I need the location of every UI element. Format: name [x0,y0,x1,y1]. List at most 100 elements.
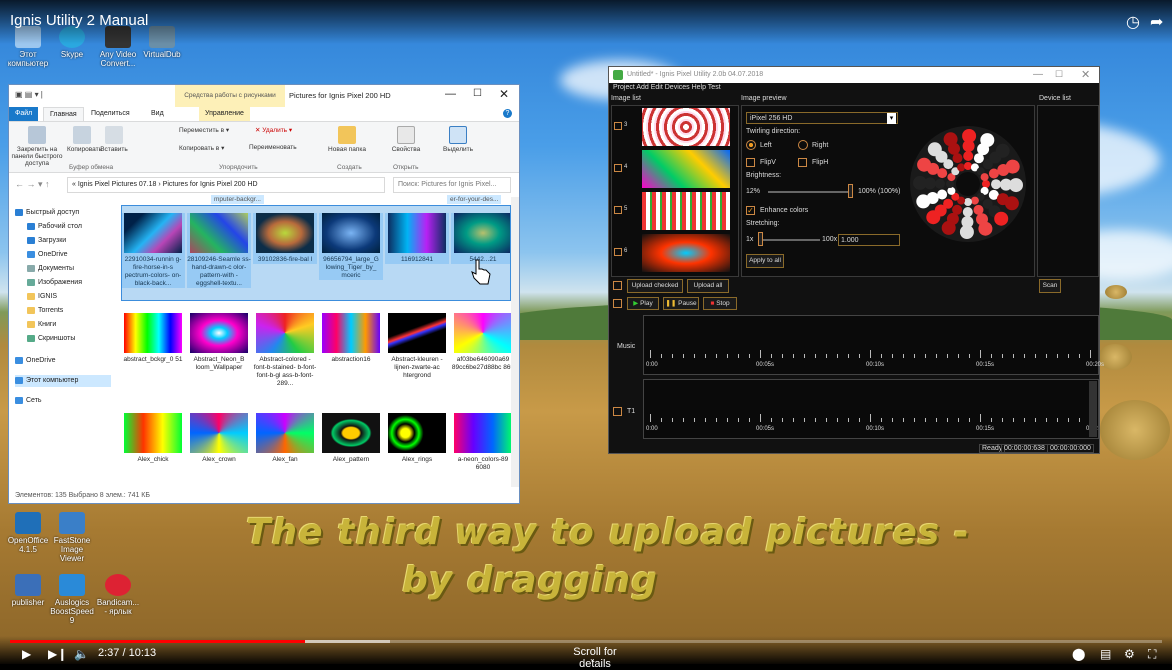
nav-item-this-pc[interactable]: Этот компьютер [15,375,111,387]
share-icon[interactable]: ➦ [1150,12,1163,32]
image-row-thumbnail[interactable] [642,192,730,230]
nav-item-desktop[interactable]: Рабочий стол [27,221,82,233]
play-button[interactable]: ▶ Play [627,297,659,310]
scan-button[interactable]: Scan [1039,279,1061,293]
desktop-icon-bandicam[interactable]: Bandicam... - ярлык [96,574,140,616]
fullscreen-icon[interactable]: ⛶ [1148,647,1156,662]
file-item[interactable]: Abstract_Neon_B loom_Wallpaper [187,313,251,372]
checkbox-track-all[interactable] [613,299,622,308]
play-icon[interactable]: ▶ [22,647,31,661]
image-row-thumbnail[interactable] [642,150,730,188]
nav-item-torrents[interactable]: Torrents [27,305,63,317]
radio-right[interactable] [798,140,808,150]
nav-arrows-icon[interactable]: ← → ▾ ↑ [15,179,50,190]
paste-button[interactable]: Вставить [99,126,129,153]
checkbox-track-t1[interactable] [613,407,622,416]
nav-item-downloads[interactable]: Загрузки [27,235,66,247]
desktop-icon-faststone[interactable]: FastStone Image Viewer [50,512,94,563]
nav-item-ignis[interactable]: IGNIS [27,291,57,303]
copy-button[interactable]: Копировать [67,126,102,153]
file-item[interactable]: a-neon_colors-89 6080 [451,413,511,472]
image-row-thumbnail[interactable] [642,108,730,146]
track-scrollbar[interactable] [1089,381,1097,437]
t1-track[interactable]: 0:0000:05s00:10s00:15s00:2 [643,379,1099,439]
stretch-slider[interactable] [758,239,820,241]
image-row-checkbox[interactable] [614,248,622,256]
video-title[interactable]: Ignis Utility 2 Manual [10,12,148,29]
device-select[interactable]: iPixel 256 HD ▾ [746,112,898,124]
music-track[interactable]: 0:00 00:05s 00:10s 00:15s 00:20s [643,315,1104,375]
pin-quick-access-button[interactable]: Закрепить на панели быстрого доступа [9,126,65,167]
tab-share[interactable]: Поделиться [85,107,136,121]
upload-checked-button[interactable]: Upload checked [627,279,683,293]
image-row-checkbox[interactable] [614,206,622,214]
settings-icon[interactable]: ⚙ [1124,647,1135,661]
file-item[interactable]: Alex_pattern [319,413,383,464]
upload-all-button[interactable]: Upload all [687,279,729,293]
close-button[interactable]: ✕ [499,87,509,101]
properties-button[interactable]: Свойства [389,126,423,153]
radio-left[interactable] [746,140,756,150]
nav-item-onedrive-root[interactable]: OneDrive [15,355,56,367]
minimize-button[interactable]: — [445,88,456,100]
new-folder-button[interactable]: Новая папка [327,126,367,153]
autoplay-toggle[interactable]: ⬤ [1072,647,1085,661]
file-item[interactable]: abstraction16 [319,313,383,364]
menu-bar[interactable]: Project Add Edit Devices Help Test [609,83,1099,93]
nav-item-onedrive[interactable]: OneDrive [27,249,68,261]
file-item[interactable]: Alex_fan [253,413,317,464]
maximize-button[interactable]: ☐ [1055,69,1063,80]
quick-access-toolbar[interactable]: ▣ ▤ ▾ | [15,90,45,100]
file-item[interactable]: Abstract-colored -font-b-stained- b-font… [253,313,317,388]
close-button[interactable]: ✕ [1081,68,1090,81]
checkbox-fliph[interactable] [798,158,807,167]
checkbox-flipv[interactable] [746,158,755,167]
file-item[interactable]: Alex_chick [121,413,185,464]
nav-item-pictures[interactable]: Изображения [27,277,82,289]
address-bar[interactable]: « Ignis Pixel Pictures 07.18 › Pictures … [67,177,385,193]
brightness-slider[interactable] [768,191,852,193]
desktop-icon-publisher[interactable]: publisher [6,574,50,607]
help-icon[interactable]: ? [503,109,512,118]
maximize-button[interactable]: ☐ [473,88,482,99]
nav-item-network[interactable]: Сеть [15,395,42,407]
file-item[interactable]: af03be646090a69 89cc6be27d88bc 869 [451,313,511,372]
tab-view[interactable]: Вид [145,107,170,121]
search-input[interactable]: Поиск: Pictures for Ignis Pixel... [393,177,511,193]
copy-to-button[interactable]: Копировать в ▾ [179,144,224,152]
tab-home[interactable]: Главная [43,107,84,121]
nav-item-documents[interactable]: Документы [27,263,74,275]
pause-button[interactable]: ❚❚ Pause [663,297,699,310]
brightness-slider-thumb[interactable] [848,184,853,198]
image-row-checkbox[interactable] [614,122,622,130]
file-item[interactable]: Alex_crown [187,413,251,464]
nav-item-books[interactable]: Книги [27,319,56,331]
subtitles-icon[interactable]: ▤ [1100,647,1111,661]
stretch-value-input[interactable]: 1.000 [838,234,900,246]
desktop-icon-auslogics[interactable]: Auslogics BoostSpeed 9 [50,574,94,625]
image-row-checkbox[interactable] [614,164,622,172]
image-row-thumbnail[interactable] [642,234,730,272]
move-to-button[interactable]: Переместить в ▾ [179,126,229,134]
volume-icon[interactable]: 🔈 [74,647,89,661]
file-item[interactable]: Abstract-kleuren -lijnen-zwarte-ac hterg… [385,313,449,380]
stop-button[interactable]: ■ Stop [703,297,737,310]
delete-button[interactable]: ✕ Удалить ▾ [255,126,292,134]
apply-to-all-button[interactable]: Apply to all [746,254,784,268]
nav-item-screenshots[interactable]: Скриншоты [27,333,75,345]
stretch-slider-thumb[interactable] [758,232,763,246]
rename-button[interactable]: Переименовать [249,144,297,151]
watch-later-icon[interactable]: ◷ [1126,12,1140,32]
file-item[interactable]: Alex_rings [385,413,449,464]
desktop-icon-openoffice[interactable]: OpenOffice 4.1.5 [6,512,50,554]
scrollbar[interactable] [511,197,519,487]
checkbox-select-all[interactable] [613,281,622,290]
nav-item-quick-access[interactable]: Быстрый доступ [15,207,79,219]
tab-manage[interactable]: Управление [199,107,250,121]
minimize-button[interactable]: — [1033,69,1043,80]
checkbox-enhance-colors[interactable]: ✓ [746,206,755,215]
file-item[interactable]: abstract_bckgr_0 51 [121,313,185,364]
select-button[interactable]: Выделить [441,126,475,153]
tab-file[interactable]: Файл [9,107,39,121]
next-icon[interactable]: ▶❙ [48,647,67,661]
